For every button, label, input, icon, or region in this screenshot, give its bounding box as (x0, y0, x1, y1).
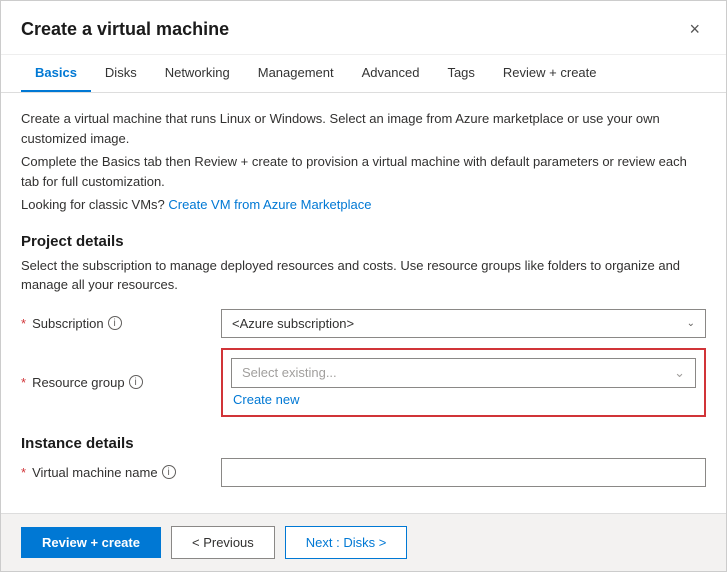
vm-name-row: * Virtual machine name i (21, 458, 706, 487)
subscription-label: * Subscription i (21, 316, 221, 331)
rg-chevron-icon: ⌄ (674, 365, 685, 381)
next-disks-button[interactable]: Next : Disks > (285, 526, 408, 559)
vm-name-label-text: Virtual machine name (32, 465, 158, 480)
resource-group-dropdown[interactable]: Select existing... ⌄ (231, 358, 696, 388)
dialog-footer: Review + create < Previous Next : Disks … (1, 513, 726, 571)
subscription-row: * Subscription i <Azure subscription> ⌄ (21, 309, 706, 338)
instance-details-title: Instance details (21, 435, 706, 452)
intro-classic: Looking for classic VMs? Create VM from … (21, 195, 706, 215)
tab-disks[interactable]: Disks (91, 55, 151, 92)
tab-bar: Basics Disks Networking Management Advan… (1, 55, 726, 93)
tab-advanced[interactable]: Advanced (348, 55, 434, 92)
tab-networking[interactable]: Networking (151, 55, 244, 92)
create-vm-dialog: Create a virtual machine × Basics Disks … (0, 0, 727, 572)
instance-details-section: Instance details * Virtual machine name … (21, 435, 706, 487)
resource-group-row: * Resource group i Select existing... ⌄ … (21, 348, 706, 417)
vm-name-control (221, 458, 706, 487)
rg-placeholder: Select existing... (242, 365, 337, 380)
resource-group-label: * Resource group i (21, 375, 221, 390)
rg-info-icon[interactable]: i (129, 375, 143, 389)
tab-review-create[interactable]: Review + create (489, 55, 611, 92)
vm-name-label: * Virtual machine name i (21, 465, 221, 480)
subscription-label-text: Subscription (32, 316, 104, 331)
subscription-required-star: * (21, 316, 26, 331)
subscription-control: <Azure subscription> ⌄ (221, 309, 706, 338)
subscription-dropdown[interactable]: <Azure subscription> ⌄ (221, 309, 706, 338)
rg-label-text: Resource group (32, 375, 125, 390)
vm-required-star: * (21, 465, 26, 480)
tab-tags[interactable]: Tags (433, 55, 488, 92)
vm-name-input[interactable] (221, 458, 706, 487)
subscription-chevron-icon: ⌄ (687, 318, 695, 329)
review-create-button[interactable]: Review + create (21, 527, 161, 558)
classic-vms-link[interactable]: Create VM from Azure Marketplace (168, 197, 371, 212)
resource-group-box: Select existing... ⌄ Create new (221, 348, 706, 417)
project-details-title: Project details (21, 233, 706, 250)
project-details-desc: Select the subscription to manage deploy… (21, 256, 706, 295)
rg-control: Select existing... ⌄ Create new (221, 348, 706, 417)
previous-button[interactable]: < Previous (171, 526, 275, 559)
rg-required-star: * (21, 375, 26, 390)
classic-vms-prefix: Looking for classic VMs? (21, 197, 168, 212)
vm-name-info-icon[interactable]: i (162, 465, 176, 479)
dialog-body: Create a virtual machine that runs Linux… (1, 93, 726, 513)
dialog-title: Create a virtual machine (21, 19, 229, 40)
tab-basics[interactable]: Basics (21, 55, 91, 92)
tab-management[interactable]: Management (244, 55, 348, 92)
intro-line1: Create a virtual machine that runs Linux… (21, 109, 706, 148)
dialog-header: Create a virtual machine × (1, 1, 726, 55)
subscription-info-icon[interactable]: i (108, 316, 122, 330)
subscription-value: <Azure subscription> (232, 316, 354, 331)
create-new-link[interactable]: Create new (231, 392, 299, 407)
close-button[interactable]: × (683, 17, 706, 42)
intro-line2: Complete the Basics tab then Review + cr… (21, 152, 706, 191)
